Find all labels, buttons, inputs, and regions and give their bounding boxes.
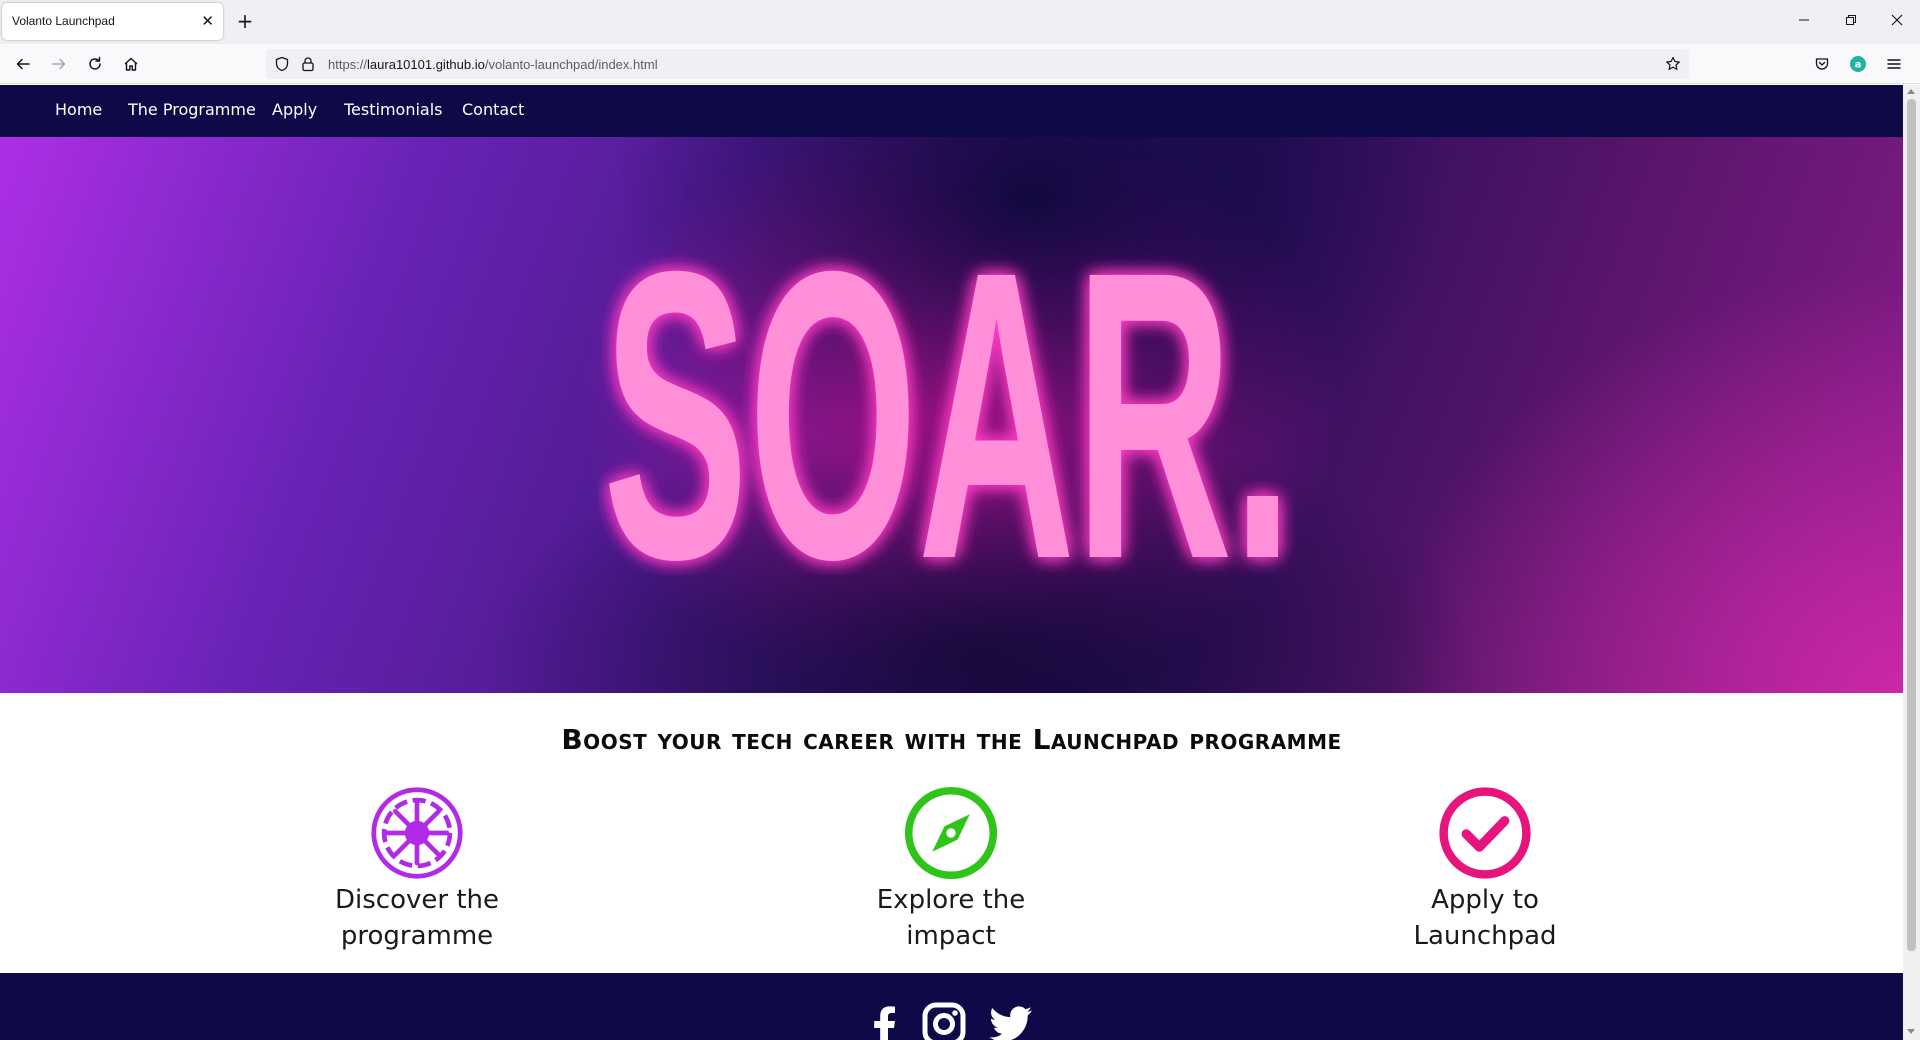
tagline-heading: Boost your tech career with the Launchpa… bbox=[561, 723, 1342, 756]
restore-icon bbox=[1846, 15, 1856, 25]
url-scheme: https:// bbox=[328, 57, 368, 72]
intro-section: Boost your tech career with the Launchpa… bbox=[0, 693, 1903, 973]
home-icon bbox=[124, 57, 138, 71]
feature-discover[interactable]: Discover the programme bbox=[257, 786, 577, 954]
hero-headline: SOAR. bbox=[603, 245, 1293, 575]
home-button[interactable] bbox=[117, 50, 145, 78]
url-text[interactable]: https://laura10101.github.io/volanto-lau… bbox=[328, 57, 658, 72]
account-avatar-icon: a bbox=[1850, 56, 1866, 72]
tab-close-icon[interactable]: ✕ bbox=[201, 11, 214, 31]
url-host: laura10101.github.io bbox=[367, 57, 485, 72]
arrow-right-icon bbox=[52, 58, 66, 70]
page-scrollbar[interactable] bbox=[1903, 85, 1920, 1040]
nav-contact-link[interactable]: Contact bbox=[462, 100, 524, 119]
feature-label-line2: Launchpad bbox=[1413, 921, 1557, 951]
reload-icon bbox=[89, 56, 101, 70]
nav-apply-link[interactable]: Apply bbox=[272, 100, 317, 119]
url-path: /volanto-launchpad/index.html bbox=[484, 57, 658, 72]
bookmark-star-icon[interactable] bbox=[1665, 56, 1681, 72]
hamburger-menu-icon bbox=[1887, 59, 1901, 69]
scrollbar-thumb[interactable] bbox=[1907, 99, 1916, 951]
feature-label-line1: Discover the bbox=[335, 885, 499, 915]
instagram-icon[interactable] bbox=[921, 1001, 967, 1040]
svg-text:a: a bbox=[1855, 60, 1862, 71]
feature-apply[interactable]: Apply to Launchpad bbox=[1325, 786, 1645, 954]
tab-title: Volanto Launchpad bbox=[12, 14, 115, 28]
reload-button[interactable] bbox=[81, 50, 109, 78]
scroll-up-arrow-icon[interactable] bbox=[1907, 89, 1915, 94]
nav-testimonials-link[interactable]: Testimonials bbox=[344, 100, 443, 119]
feature-label-line1: Apply to bbox=[1431, 885, 1539, 915]
close-icon bbox=[1891, 14, 1903, 26]
browser-tab[interactable]: Volanto Launchpad ✕ bbox=[2, 3, 223, 40]
pocket-icon bbox=[1815, 58, 1829, 70]
pocket-button[interactable] bbox=[1808, 50, 1836, 78]
browser-toolbar: https://laura10101.github.io/volanto-lau… bbox=[0, 44, 1920, 84]
forward-button[interactable] bbox=[45, 50, 73, 78]
hero-banner: SOAR. bbox=[0, 137, 1903, 693]
lock-icon[interactable] bbox=[300, 56, 316, 72]
browser-tabstrip: Volanto Launchpad ✕ + bbox=[0, 0, 1920, 44]
feature-label-line2: impact bbox=[906, 921, 996, 951]
minimize-icon bbox=[1799, 19, 1809, 21]
site-footer bbox=[0, 973, 1903, 1040]
compass-icon bbox=[904, 786, 998, 880]
feature-label-line2: programme bbox=[340, 921, 494, 951]
arrow-left-icon bbox=[16, 58, 30, 70]
minimize-button[interactable] bbox=[1790, 8, 1818, 36]
feature-explore[interactable]: Explore the impact bbox=[791, 786, 1111, 954]
scroll-down-arrow-icon[interactable] bbox=[1907, 1029, 1915, 1034]
site-navbar: Home The Programme Apply Testimonials Co… bbox=[0, 85, 1903, 137]
feature-label-line1: Explore the bbox=[876, 885, 1026, 915]
back-button[interactable] bbox=[9, 50, 37, 78]
new-tab-button[interactable]: + bbox=[233, 9, 257, 33]
hero-headline-graphic: SOAR. bbox=[603, 245, 1293, 575]
address-bar[interactable]: https://laura10101.github.io/volanto-lau… bbox=[266, 49, 1689, 79]
facebook-icon[interactable] bbox=[861, 1001, 907, 1040]
close-window-button[interactable] bbox=[1883, 8, 1911, 36]
twitter-icon[interactable] bbox=[988, 1001, 1034, 1040]
account-button[interactable]: a bbox=[1844, 50, 1872, 78]
check-circle-icon bbox=[1439, 787, 1531, 879]
restore-button[interactable] bbox=[1837, 8, 1865, 36]
galactic-wheel-icon bbox=[371, 787, 463, 879]
nav-programme-link[interactable]: The Programme bbox=[128, 100, 256, 119]
shield-icon[interactable] bbox=[274, 56, 290, 72]
web-page: Home The Programme Apply Testimonials Co… bbox=[0, 85, 1903, 1040]
nav-home-link[interactable]: Home bbox=[55, 100, 102, 119]
menu-button[interactable] bbox=[1880, 50, 1908, 78]
